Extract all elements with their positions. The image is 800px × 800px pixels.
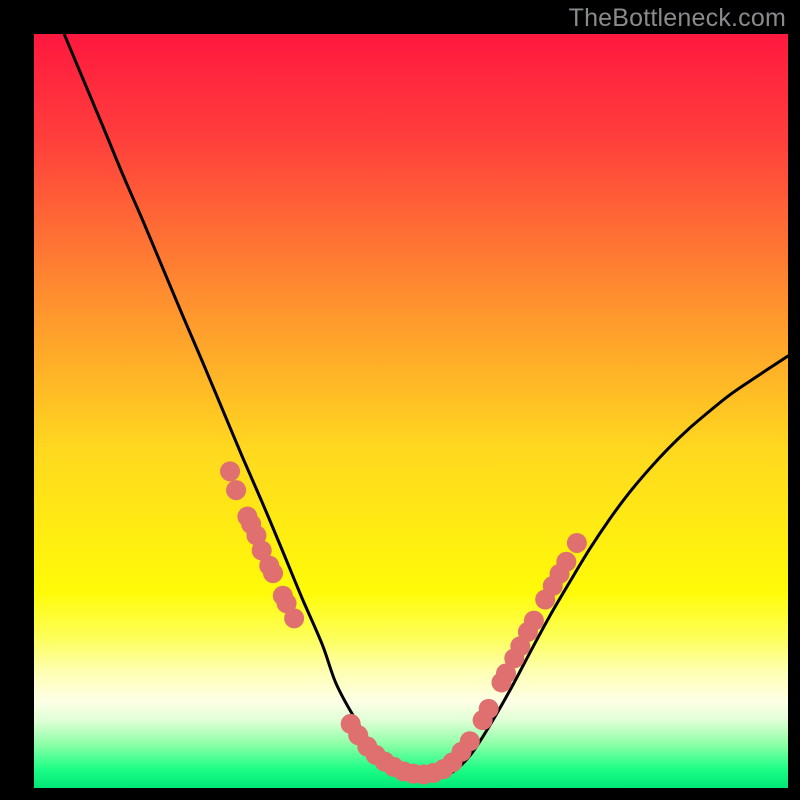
data-marker bbox=[220, 461, 240, 481]
curve-svg bbox=[34, 34, 788, 788]
chart-frame: TheBottleneck.com bbox=[0, 0, 800, 800]
bottleneck-curve-path bbox=[64, 34, 788, 778]
data-marker bbox=[479, 699, 499, 719]
data-marker bbox=[524, 611, 544, 631]
data-marker bbox=[556, 552, 576, 572]
data-marker bbox=[263, 563, 283, 583]
watermark-text: TheBottleneck.com bbox=[569, 4, 786, 33]
data-marker bbox=[284, 608, 304, 628]
plot-area bbox=[34, 34, 788, 788]
data-marker bbox=[226, 480, 246, 500]
data-marker bbox=[460, 731, 480, 751]
data-marker bbox=[567, 533, 587, 553]
